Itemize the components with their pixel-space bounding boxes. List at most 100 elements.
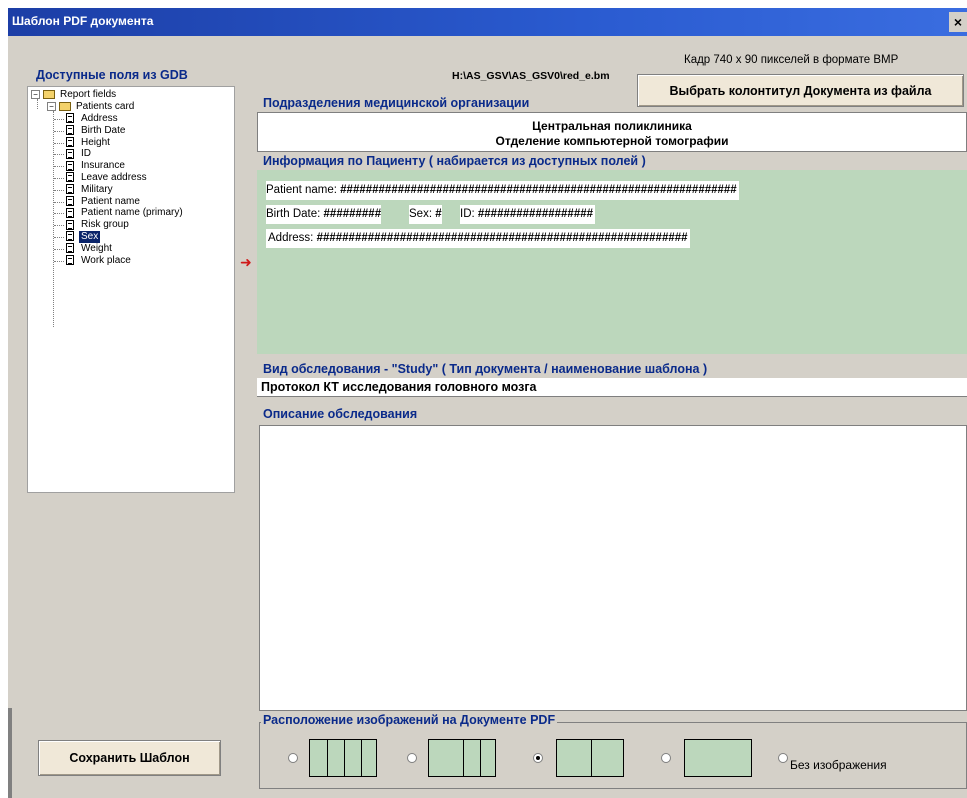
layout-3-radio[interactable] <box>407 753 417 763</box>
collapse-icon[interactable]: − <box>47 101 56 111</box>
tree-item-label: Military <box>81 183 113 195</box>
patient-info-panel[interactable]: Patient name: ##########################… <box>257 170 967 354</box>
tree-connector <box>54 154 64 156</box>
arrow-right-icon: ➜ <box>240 254 252 270</box>
tree-item-label: Work place <box>81 254 131 266</box>
tree-item-label: Leave address <box>81 172 147 183</box>
tree-item[interactable]: Patient name (primary) <box>66 207 185 219</box>
tree-item[interactable]: ID <box>66 148 93 160</box>
document-icon <box>66 148 74 159</box>
layout-cell <box>344 740 345 776</box>
document-icon <box>66 195 74 206</box>
dialog-window: Шаблон PDF документа × Доступные поля из… <box>8 8 967 798</box>
close-icon[interactable]: × <box>949 12 967 32</box>
document-icon <box>66 136 74 147</box>
document-icon <box>66 254 74 265</box>
tree-item[interactable]: Military <box>66 184 115 196</box>
patient-info-label: Информация по Пациенту ( набирается из д… <box>263 154 646 168</box>
layout-3-preview[interactable] <box>428 739 496 777</box>
layout-2-radio[interactable] <box>533 753 543 763</box>
tree-item-label: ID <box>81 148 91 160</box>
window-edge <box>8 708 12 798</box>
tree-item-label: Risk group <box>81 219 129 231</box>
tree-connector <box>54 237 64 238</box>
tree-item[interactable]: Risk group <box>66 219 131 231</box>
document-icon <box>66 125 74 136</box>
folder-icon <box>43 89 55 99</box>
title-bar[interactable]: Шаблон PDF документа × <box>8 8 967 36</box>
document-icon <box>66 113 74 124</box>
layout-cell <box>591 740 592 776</box>
tree-item[interactable]: Work place <box>66 255 133 267</box>
tree-item[interactable]: Leave address <box>66 172 149 184</box>
tree-root[interactable]: − Report fields <box>31 89 118 101</box>
tree-item[interactable]: Address <box>66 113 120 125</box>
tree-item[interactable]: Birth Date <box>66 125 127 137</box>
sex-line[interactable]: Sex: # <box>409 205 442 224</box>
division-line-1: Центральная поликлиника <box>532 119 692 133</box>
description-label: Описание обследования <box>263 407 418 421</box>
tree-connector <box>54 201 64 203</box>
no-image-label: Без изображения <box>790 758 887 772</box>
tree-connector <box>54 130 64 132</box>
tree-connector <box>54 119 64 120</box>
document-icon <box>66 243 74 254</box>
window-title: Шаблон PDF документа <box>12 14 154 28</box>
header-file-path: H:\AS_GSV\AS_GSV0\red_e.bm <box>452 70 610 82</box>
tree-item-label: Height <box>81 136 110 148</box>
save-template-button[interactable]: Сохранить Шаблон <box>38 740 221 776</box>
document-icon <box>66 219 74 230</box>
tree-connector <box>54 166 64 168</box>
layout-cell <box>463 740 464 776</box>
tree-item[interactable]: Sex <box>66 231 101 243</box>
document-icon <box>66 184 74 195</box>
fields-tree[interactable]: − Report fields − Patients card Address Bir… <box>27 86 235 493</box>
no-image-radio[interactable] <box>778 753 788 763</box>
tree-item[interactable]: Height <box>66 137 112 149</box>
document-icon <box>66 231 74 242</box>
available-fields-heading: Доступные поля из GDB <box>36 68 188 82</box>
tree-connector <box>54 142 64 144</box>
tree-connector <box>54 178 64 179</box>
tree-item-label: Address <box>81 113 118 124</box>
divisions-label: Подразделения медицинской организации <box>263 96 530 110</box>
layout-4-preview[interactable] <box>309 739 377 777</box>
tree-item[interactable]: Weight <box>66 243 114 255</box>
layout-2-preview[interactable] <box>556 739 624 777</box>
choose-header-button[interactable]: Выбрать колонтитул Документа из файла <box>637 74 964 107</box>
image-layout-label: Расположение изображений на Документе PD… <box>261 713 558 727</box>
patient-name-line[interactable]: Patient name: ##########################… <box>266 181 739 200</box>
folder-icon <box>59 101 71 111</box>
tree-item-label: Patient name <box>81 195 140 207</box>
layout-cell <box>480 740 481 776</box>
description-textarea[interactable] <box>259 425 967 711</box>
layout-cell <box>327 740 328 776</box>
tree-group[interactable]: − Patients card <box>47 101 136 113</box>
tree-item-label: Weight <box>81 242 112 254</box>
document-icon <box>66 160 74 171</box>
collapse-icon[interactable]: − <box>31 89 40 99</box>
tree-connector <box>54 213 64 215</box>
tree-item-label: Birth Date <box>81 124 126 136</box>
divisions-field[interactable]: Центральная поликлиника Отделение компью… <box>257 112 967 152</box>
id-line[interactable]: ID: ################## <box>460 205 596 224</box>
study-label: Вид обследования - "Study" ( Тип докумен… <box>263 362 708 376</box>
document-icon <box>66 207 74 218</box>
tree-item-label: Patient name (primary) <box>81 207 183 219</box>
tree-connector <box>54 260 64 262</box>
tree-item-label: Insurance <box>81 160 125 172</box>
layout-1-preview[interactable] <box>684 739 752 777</box>
layout-cell <box>361 740 362 776</box>
tree-connector <box>54 189 64 191</box>
document-icon <box>66 172 74 183</box>
birth-date-line[interactable]: Birth Date: ######### <box>266 205 382 224</box>
tree-item[interactable]: Insurance <box>66 160 127 172</box>
layout-1-radio[interactable] <box>661 753 671 763</box>
address-line[interactable]: Address: ###############################… <box>266 229 690 248</box>
study-input[interactable]: Протокол КТ исследования головного мозга <box>257 378 967 397</box>
tree-item-label: Sex <box>79 231 101 243</box>
division-line-2: Отделение компьютерной томографии <box>495 134 729 148</box>
tree-item[interactable]: Patient name <box>66 196 142 208</box>
tree-connector <box>54 225 64 227</box>
layout-4-radio[interactable] <box>288 753 298 763</box>
